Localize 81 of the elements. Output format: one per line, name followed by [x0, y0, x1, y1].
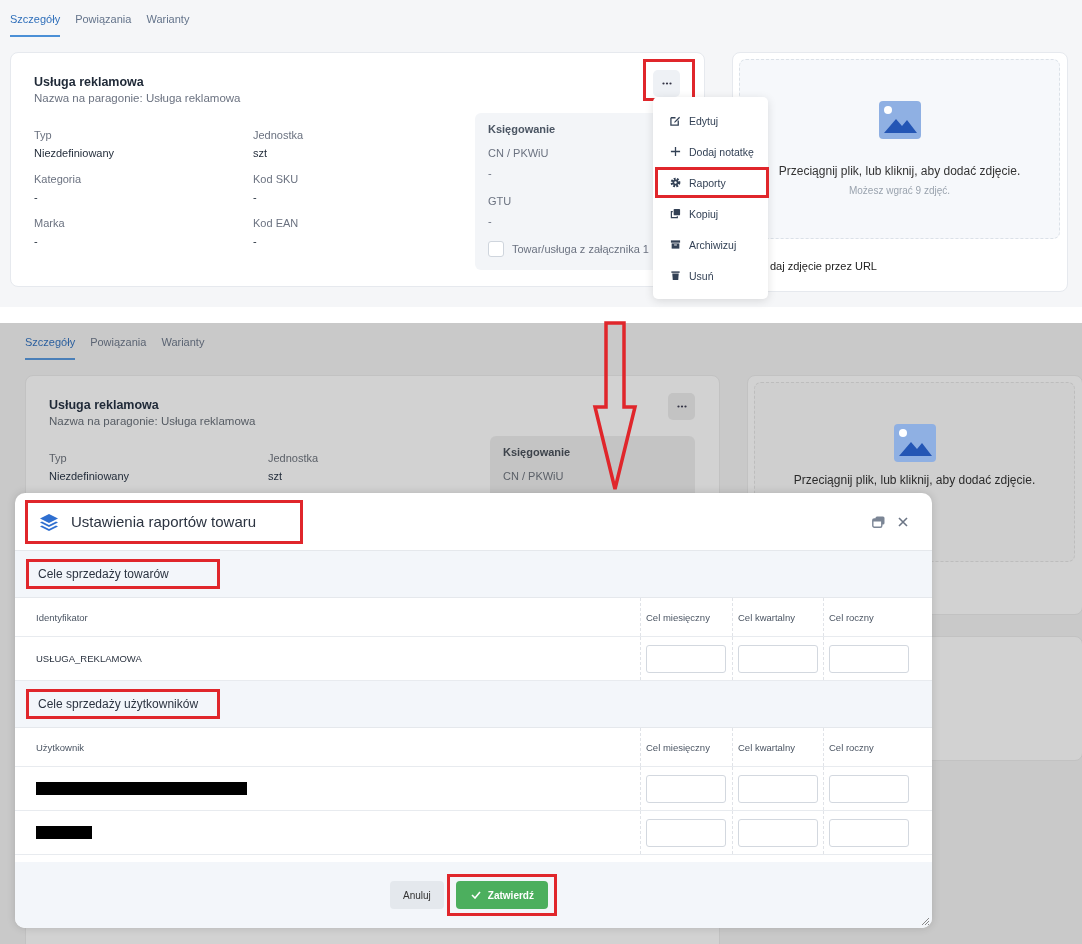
field-label: Kod SKU [253, 173, 300, 185]
upload-hint: Możesz wgrać 9 zdjęć. [848, 185, 951, 196]
checkbox-label: Towar/usługa z załącznika 1 [512, 243, 649, 255]
cancel-button[interactable]: Anuluj [390, 881, 444, 909]
archive-icon [670, 239, 681, 250]
input-field[interactable] [829, 774, 909, 803]
tab[interactable]: Szczegóły [25, 335, 76, 360]
field-value: - [488, 167, 493, 179]
input-field[interactable] [738, 774, 818, 803]
input-field[interactable] [738, 818, 818, 847]
more-icon [676, 405, 687, 408]
url-link[interactable]: daj zdjęcie przez URL [770, 260, 877, 272]
field-value: - [253, 235, 258, 248]
checkbox[interactable] [488, 241, 504, 257]
drop-text: Przeciągnij plik, lub kliknij, aby dodać zdjęcie. [793, 473, 1036, 487]
receipt-name: Nazwa na paragonie: Usługa reklamowa [34, 92, 241, 104]
field-label: GTU [488, 195, 513, 207]
redaction-bar [36, 826, 92, 839]
more-button[interactable] [653, 70, 680, 97]
menu-item[interactable]: Raporty [658, 170, 766, 195]
input-field[interactable] [829, 818, 909, 847]
close-icon[interactable] [898, 516, 908, 527]
tab[interactable]: Powiązania [75, 12, 132, 37]
field-label: Kod EAN [253, 217, 300, 229]
column-header: Identyfikator [36, 611, 88, 623]
column-header: Cel roczny [829, 611, 874, 623]
input-field[interactable] [646, 818, 726, 847]
field-value: - [488, 215, 493, 227]
column-header: Cel roczny [829, 741, 874, 753]
settings-icon [670, 177, 681, 188]
accounting-title: Księgowanie [503, 446, 572, 458]
field-label: Jednostka [253, 129, 305, 141]
image-icon [878, 101, 921, 139]
tab[interactable]: Warianty [161, 335, 205, 360]
field-value: - [34, 235, 39, 248]
input-field[interactable] [738, 644, 818, 673]
image-icon [893, 424, 936, 462]
field-value: - [253, 191, 258, 204]
tab[interactable]: Warianty [146, 12, 190, 37]
table-cell: USŁUGA_REKLAMOWA [36, 653, 142, 664]
input-field[interactable] [646, 644, 726, 673]
column-header: Cel miesięczny [646, 741, 710, 753]
receipt-name: Nazwa na paragonie: Usługa reklamowa [49, 415, 256, 427]
menu-item[interactable]: Usuń [658, 263, 766, 288]
field-label: CN / PKWiU [503, 470, 565, 482]
resize-grip-icon[interactable] [920, 916, 930, 926]
tab[interactable]: Powiązania [90, 335, 147, 360]
column-header: Użytkownik [36, 741, 85, 753]
more-button[interactable] [668, 393, 695, 420]
copy-icon [670, 208, 681, 219]
tab[interactable]: Szczegóły [10, 12, 61, 37]
column-header: Cel kwartalny [738, 741, 796, 753]
drop-text: Przeciągnij plik, lub kliknij, aby dodać zdjęcie. [778, 164, 1021, 178]
plus-icon [670, 146, 681, 157]
field-label: Kategoria [34, 173, 83, 185]
product-name: Usługa reklamowa [49, 398, 160, 412]
check-icon [470, 891, 481, 899]
input-field[interactable] [646, 774, 726, 803]
product-name: Usługa reklamowa [34, 75, 145, 89]
field-label: Typ [49, 452, 68, 464]
more-icon [661, 82, 672, 85]
field-label: Marka [34, 217, 66, 229]
section-title: Cele sprzedaży użytkowników [38, 697, 199, 711]
input-field[interactable] [829, 644, 909, 673]
layers-icon [39, 512, 59, 531]
field-label: Jednostka [268, 452, 320, 464]
field-value: szt [253, 147, 269, 160]
field-value: Niezdefiniowany [49, 470, 131, 483]
accounting-title: Księgowanie [488, 123, 557, 135]
field-value: szt [268, 470, 284, 483]
edit-icon [670, 115, 681, 126]
field-label: Typ [34, 129, 53, 141]
column-header: Cel kwartalny [738, 611, 796, 623]
field-value: Niezdefiniowany [34, 147, 116, 160]
dialog-title: Ustawienia raportów towaru [71, 513, 257, 530]
field-value: - [34, 191, 39, 204]
trash-icon [670, 270, 681, 281]
field-label: CN / PKWiU [488, 147, 550, 159]
section-title: Cele sprzedaży towarów [38, 567, 169, 581]
window-icon[interactable] [872, 515, 885, 528]
column-header: Cel miesięczny [646, 611, 710, 623]
